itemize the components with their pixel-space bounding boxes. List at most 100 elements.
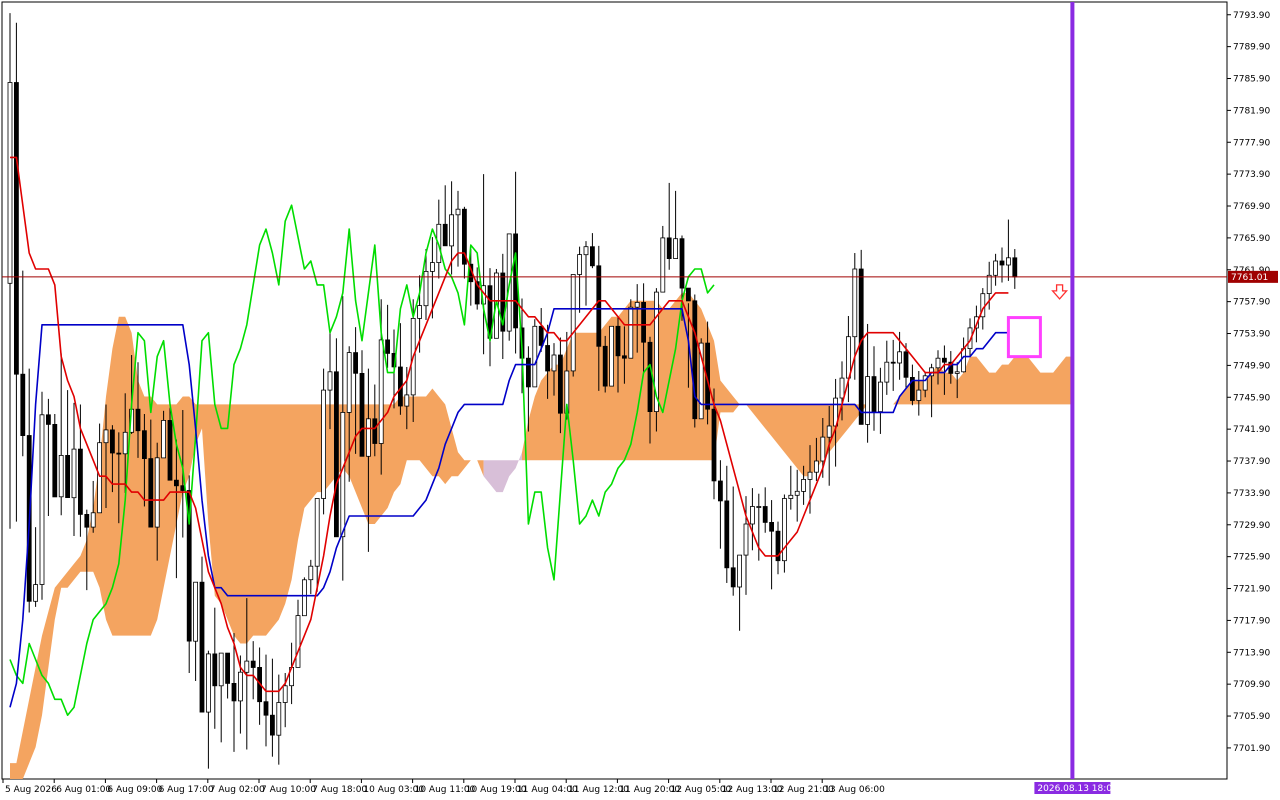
bull-candle-body [455,208,461,216]
bear-candle-body [65,454,70,498]
bull-candle-body [801,478,806,492]
x-tick-label: 7 Aug 18:00 [312,785,367,795]
bull-candle-body [756,506,762,508]
bear-candle-body [590,246,595,267]
bear-candle-body [141,430,147,460]
y-tick-label: 7777.90 [1233,138,1270,148]
bear-candle-body [871,376,877,413]
y-tick-label: 7765.90 [1233,234,1270,244]
bull-candle-body [321,389,327,499]
y-tick-label: 7753.90 [1233,330,1270,340]
y-tick-label: 7729.90 [1233,521,1270,531]
bear-candle-body [148,458,154,528]
bear-candle-body [225,652,231,684]
bear-candle-body [526,357,531,388]
bear-candle-body [84,514,90,528]
bear-candle-body [615,325,621,357]
bear-candle-body [692,300,698,420]
y-tick-label: 7789.90 [1233,43,1270,53]
bear-candle-body [724,500,730,569]
bear-candle-body [545,345,550,372]
bull-candle-body [916,389,922,401]
bear-candle-body [231,683,237,702]
bull-candle-body [634,301,640,308]
current-price-label: 7761.01 [1231,273,1268,283]
bull-candle-body [660,237,666,293]
y-tick-label: 7713.90 [1233,648,1270,658]
y-tick-label: 7701.90 [1233,744,1270,754]
bull-candle-body [161,419,167,459]
bear-candle-body [353,352,359,374]
bull-candle-body [897,351,902,364]
bear-candle-body [666,237,672,259]
bear-candle-body [167,419,173,481]
y-tick-label: 7705.90 [1233,712,1270,722]
bear-candle-body [52,423,58,498]
bull-candle-body [961,348,966,373]
bear-candle-body [679,238,685,289]
bull-candle-body [365,418,371,457]
bull-candle-body [7,82,13,284]
y-tick-label: 7773.90 [1233,170,1270,180]
bull-candle-body [33,584,38,602]
bear-candle-body [762,506,768,523]
bear-candle-body [858,268,864,425]
bear-candle-body [135,408,141,432]
bull-candle-body [340,411,346,538]
bear-candle-body [622,355,627,359]
bull-candle-body [449,214,455,247]
bull-candle-body [378,339,384,444]
y-tick-label: 7737.90 [1233,457,1270,467]
bear-candle-body [116,452,122,455]
bear-candle-body [890,361,896,364]
bull-candle-body [1006,257,1011,266]
bear-candle-body [647,341,653,412]
x-tick-label: 7 Aug 02:00 [210,785,265,795]
bear-candle-body [942,357,947,363]
bull-candle-body [193,581,199,642]
chart-window: 7793.90 7789.90 7785.90 7781.90 7777.90 7773.… [0,0,1280,800]
y-tick-label: 7749.90 [1233,361,1270,371]
ichimoku-candlestick-chart[interactable]: 7793.90 7789.90 7785.90 7781.90 7777.90 7773.… [0,0,1280,800]
bull-candle-body [295,615,301,668]
bear-candle-body [385,339,391,354]
bull-candle-body [750,506,755,525]
bear-candle-body [46,414,51,425]
bull-candle-body [404,394,410,407]
bull-candle-body [90,512,96,528]
bull-candle-body [577,254,582,275]
bull-candle-body [884,361,890,383]
bear-candle-body [263,701,269,716]
bull-candle-body [782,498,787,562]
y-tick-label: 7757.90 [1233,298,1270,308]
bull-candle-body [878,381,883,413]
y-tick-label: 7793.90 [1233,11,1270,21]
y-tick-label: 7709.90 [1233,680,1270,690]
bear-candle-body [903,351,909,378]
bull-candle-body [839,377,845,399]
bear-candle-body [538,325,544,346]
y-tick-label: 7733.90 [1233,489,1270,499]
bull-candle-body [993,260,998,276]
bull-candle-body [865,376,870,425]
bull-candle-body [737,554,742,588]
bear-candle-body [269,714,275,736]
bull-candle-body [314,498,320,567]
bear-candle-body [596,265,602,347]
bull-candle-body [532,325,538,388]
bear-candle-body [442,223,448,247]
x-tick-label: 7 Aug 10:00 [261,785,316,795]
bull-candle-body [788,494,794,499]
bear-candle-body [78,448,83,515]
bear-candle-body [999,260,1005,266]
bull-candle-body [807,471,813,480]
bull-candle-body [986,274,992,294]
bull-candle-body [826,425,832,438]
y-tick-label: 7717.90 [1233,616,1270,626]
bull-candle-body [122,431,128,455]
bull-candle-body [103,429,109,444]
bull-candle-body [429,262,435,272]
bull-candle-body [58,454,64,498]
bear-candle-body [602,345,608,387]
x-tick-label: 5 Aug 2026 [5,785,57,795]
